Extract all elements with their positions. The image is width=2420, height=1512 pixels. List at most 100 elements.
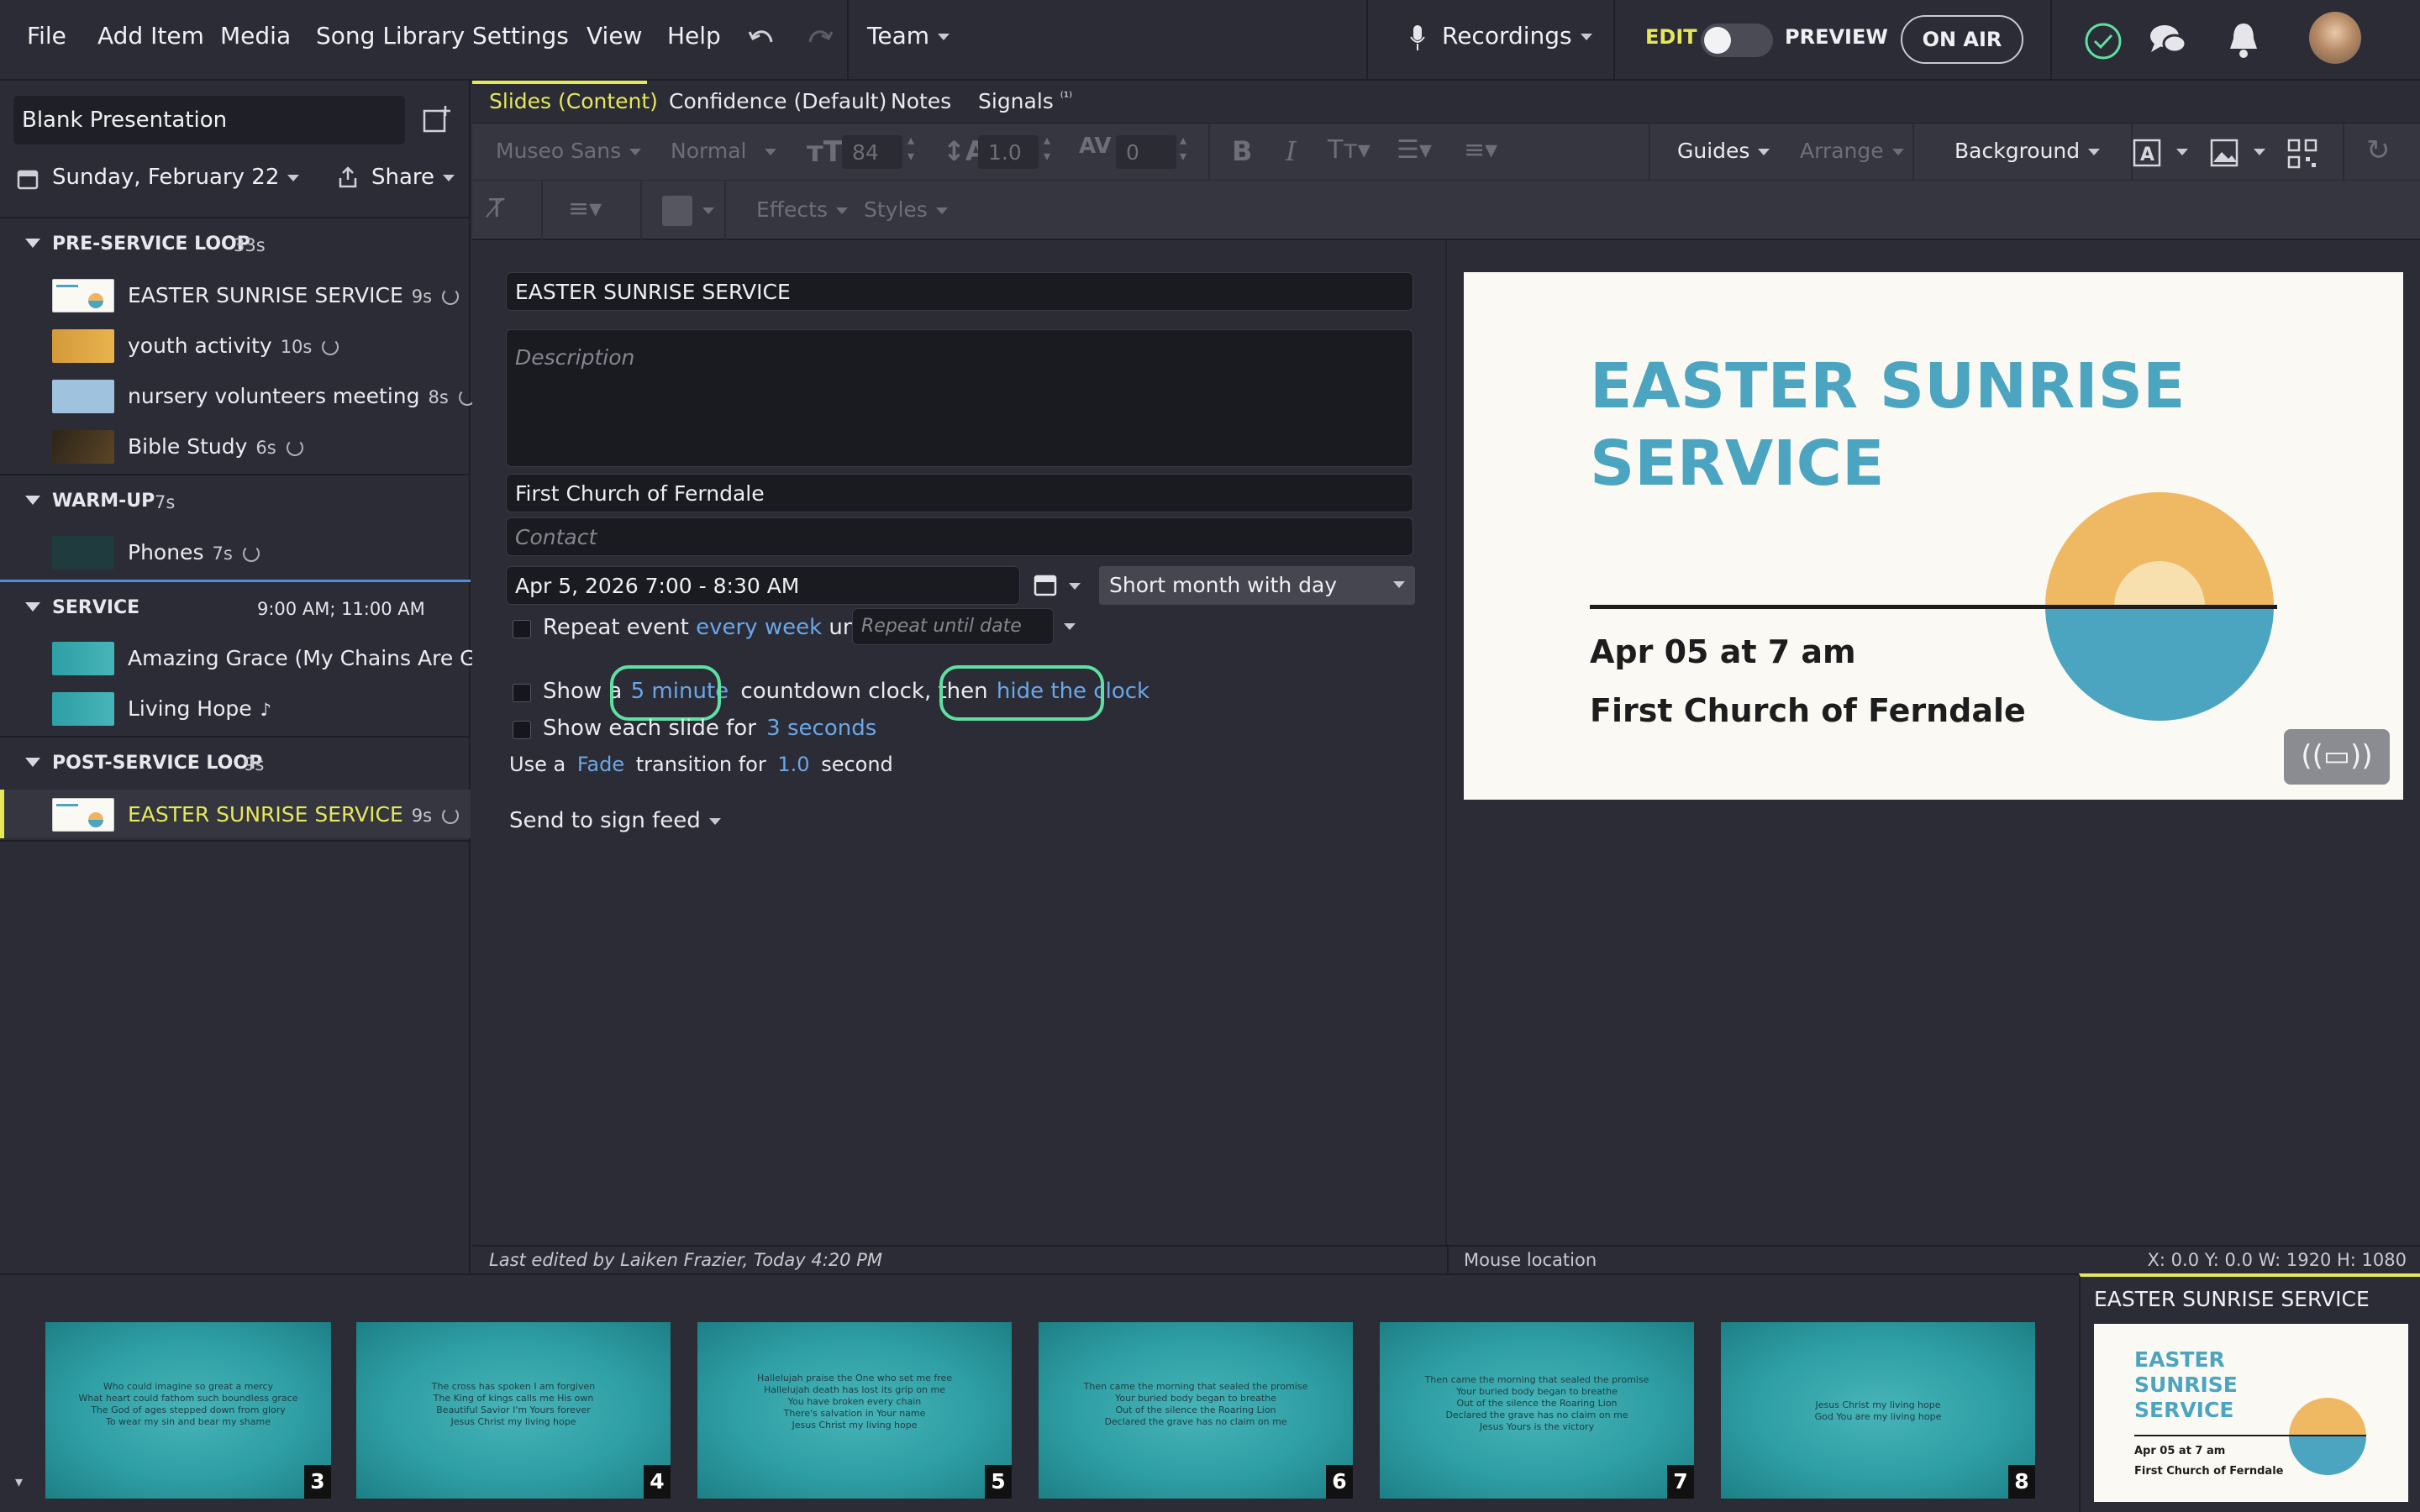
filmstrip-slide[interactable]: Who could imagine so great a mercy What … (45, 1322, 331, 1499)
qr-code-icon[interactable] (2287, 139, 2317, 169)
indent-icon[interactable]: ≡▾ (1464, 135, 1497, 165)
slide-duration-checkbox[interactable] (513, 721, 531, 739)
letter-spacing-stepper[interactable]: ▴ ▾ (1180, 132, 1186, 164)
menu-file[interactable]: File (27, 22, 66, 50)
highlight-ring (939, 665, 1104, 721)
tab-slides-content[interactable]: Slides (Content) (489, 89, 658, 113)
team-dropdown[interactable]: Team (867, 22, 950, 50)
repeat-frequency-link[interactable]: every week (696, 615, 822, 640)
menu-view[interactable]: View (587, 22, 642, 50)
contact-input[interactable]: Contact (506, 517, 1413, 556)
section-warm-up[interactable]: WARM-UP 7s (0, 474, 471, 524)
text-case-icon[interactable]: Tт▾ (1328, 135, 1370, 165)
clear-format-icon[interactable]: T̸ (489, 194, 504, 223)
guides-dropdown[interactable]: Guides (1677, 139, 1770, 163)
location-input[interactable]: First Church of Ferndale (506, 474, 1413, 512)
list-item[interactable]: youth activity 10s (0, 321, 471, 370)
bold-icon[interactable]: B (1232, 135, 1252, 167)
share-dropdown[interactable]: Share (371, 165, 455, 190)
section-pre-service-loop[interactable]: PRE-SERVICE LOOP 33s (0, 217, 471, 267)
list-item[interactable]: Phones 7s (0, 528, 471, 576)
user-avatar[interactable] (2309, 12, 2361, 64)
date-dropdown[interactable]: Sunday, February 22 (52, 165, 300, 190)
italic-icon[interactable]: I (1286, 135, 1297, 167)
list-item[interactable]: Living Hope ♪ (0, 684, 471, 732)
filmstrip-slide[interactable]: Jesus Christ my living hope God You are … (1721, 1322, 2035, 1499)
redo-icon[interactable] (805, 25, 835, 52)
reset-icon[interactable]: ↻ (2366, 134, 2391, 167)
filmstrip-slide[interactable]: Then came the morning that sealed the pr… (1380, 1322, 1694, 1499)
text-box-icon[interactable]: A (2133, 139, 2166, 167)
live-slide-thumbnail[interactable]: EASTER SUNRISE SERVICE Apr 05 at 7 am Fi… (2094, 1324, 2408, 1502)
font-size-input[interactable]: 84 (842, 135, 902, 169)
section-name: WARM-UP (52, 491, 155, 512)
list-item[interactable]: EASTER SUNRISE SERVICE 9s (0, 270, 471, 319)
recordings-dropdown[interactable]: Recordings (1442, 22, 1592, 50)
tab-notes[interactable]: Notes (891, 89, 951, 113)
color-swatch[interactable] (662, 196, 692, 226)
line-height-stepper[interactable]: ▴ ▾ (1044, 132, 1050, 164)
notification-bell-icon[interactable] (2227, 20, 2260, 59)
menu-settings[interactable]: Settings (472, 22, 569, 50)
section-post-service-loop[interactable]: POST-SERVICE LOOP 9s (0, 736, 471, 786)
filmstrip-slide[interactable]: The cross has spoken I am forgiven The K… (356, 1322, 671, 1499)
list-item[interactable]: Bible Study 6s (0, 422, 471, 470)
slide-preview[interactable]: EASTER SUNRISE SERVICE Apr 05 at 7 am Fi… (1464, 272, 2403, 800)
date-time-input[interactable]: Apr 5, 2026 7:00 - 8:30 AM (506, 566, 1020, 605)
background-dropdown[interactable]: Background (1954, 139, 2101, 163)
send-to-sign-feed-dropdown[interactable]: Send to sign feed (509, 808, 721, 833)
edit-preview-toggle[interactable] (1701, 24, 1773, 57)
font-family-select[interactable]: Museo Sans (496, 139, 642, 163)
filmstrip-slide[interactable]: Hallelujah praise the One who set me fre… (697, 1322, 1012, 1499)
bullet-list-icon[interactable]: ☰▾ (1397, 135, 1432, 165)
item-label: nursery volunteers meeting (128, 384, 420, 408)
loop-icon (322, 339, 339, 355)
slide-thumbnail (52, 329, 114, 363)
menu-media[interactable]: Media (220, 22, 291, 50)
styles-dropdown[interactable]: Styles (864, 197, 948, 222)
menu-song-library[interactable]: Song Library (316, 22, 465, 50)
list-item[interactable]: Amazing Grace (My Chains Are G...♪ (0, 633, 516, 682)
slide-lyrics: Who could imagine so great a mercy What … (78, 1381, 298, 1427)
transition-duration-link[interactable]: 1.0 (777, 753, 809, 776)
calendar-picker-icon[interactable] (1034, 573, 1059, 596)
tab-signals[interactable]: Signals ⁽¹⁾ (978, 89, 1072, 113)
font-weight-select[interactable]: Normal (671, 139, 777, 163)
letter-spacing-input[interactable]: 0 (1116, 135, 1176, 169)
list-item-selected[interactable]: EASTER SUNRISE SERVICE 9s (0, 790, 471, 838)
list-item[interactable]: nursery volunteers meeting 8s (0, 371, 476, 420)
section-service[interactable]: SERVICE 9:00 AM; 11:00 AM (0, 580, 471, 630)
undo-icon[interactable] (746, 25, 776, 52)
date-format-select[interactable]: Short month with day (1099, 566, 1415, 605)
slide-seconds-link[interactable]: 3 seconds (766, 716, 876, 741)
new-presentation-icon[interactable] (422, 104, 452, 134)
arrange-dropdown[interactable]: Arrange (1800, 139, 1904, 163)
item-label: EASTER SUNRISE SERVICE (128, 283, 403, 307)
filmstrip-slide[interactable]: Then came the morning that sealed the pr… (1039, 1322, 1353, 1499)
repeat-until-input[interactable]: Repeat until date (852, 608, 1054, 645)
chat-icon[interactable] (2148, 22, 2188, 59)
image-icon[interactable] (2210, 139, 2244, 167)
countdown-checkbox[interactable] (513, 684, 531, 702)
description-textarea[interactable]: Description (506, 329, 1413, 467)
filmstrip-collapse-icon[interactable]: ▾ (15, 1473, 23, 1491)
effects-dropdown[interactable]: Effects (756, 197, 848, 222)
on-air-button[interactable]: ON AIR (1901, 15, 2023, 64)
broadcast-icon[interactable]: ((▭)) (2284, 729, 2390, 785)
slide-lyrics: Jesus Christ my living hope God You are … (1814, 1399, 1942, 1422)
tab-confidence[interactable]: Confidence (Default) (669, 89, 886, 113)
presentation-title-field[interactable]: Blank Presentation (13, 96, 405, 144)
repeat-event-checkbox[interactable] (513, 620, 531, 638)
font-size-stepper[interactable]: ▴ ▾ (908, 132, 914, 164)
item-label: Living Hope (128, 696, 252, 721)
transition-type-link[interactable]: Fade (577, 753, 624, 776)
slide-lyrics: Then came the morning that sealed the pr… (1083, 1381, 1308, 1427)
slide-title-line: SERVICE (1590, 428, 1885, 500)
menu-help[interactable]: Help (667, 22, 721, 50)
line-height-input[interactable]: 1.0 (978, 135, 1039, 169)
editor-tabs: Slides (Content) Confidence (Default) No… (472, 81, 2420, 123)
event-title-input[interactable]: EASTER SUNRISE SERVICE (506, 272, 1413, 311)
menu-add-item[interactable]: Add Item (97, 22, 204, 50)
check-status-icon[interactable] (2084, 22, 2123, 60)
text-align-icon[interactable]: ≡▾ (568, 194, 602, 223)
